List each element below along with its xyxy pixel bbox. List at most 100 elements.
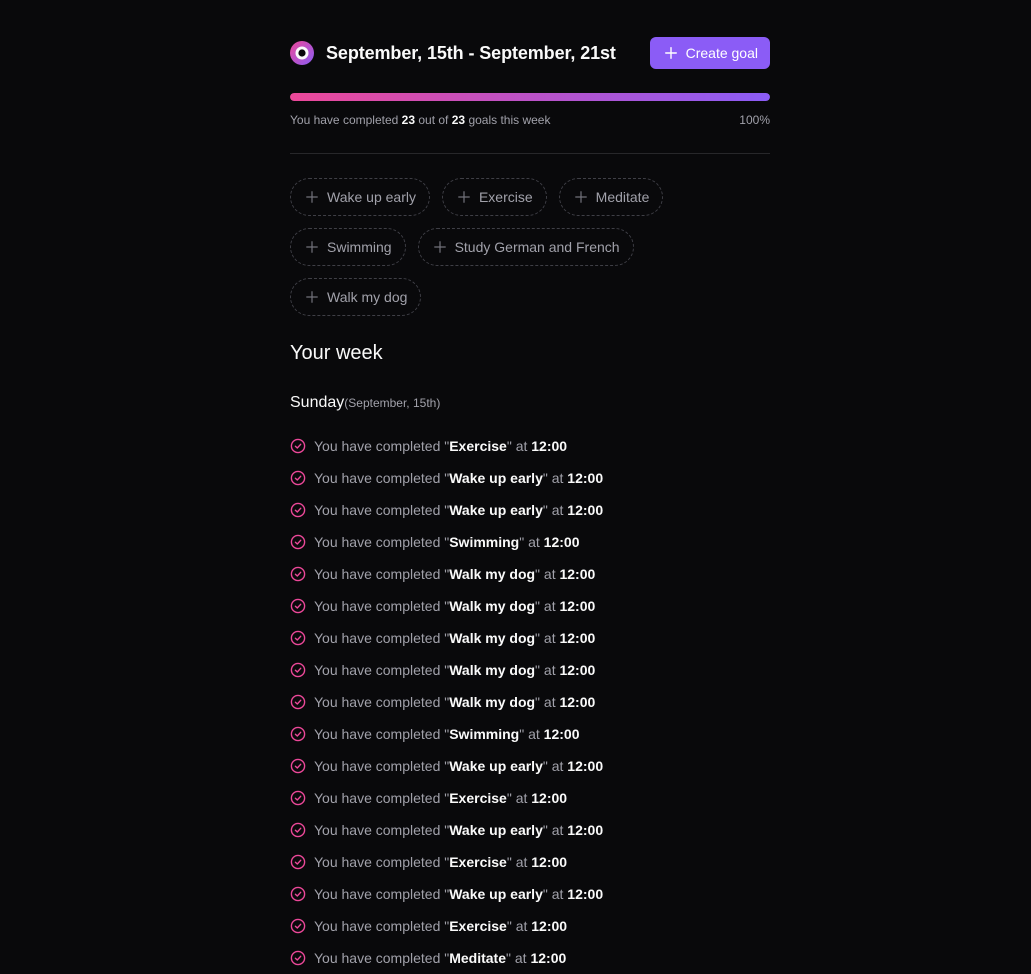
pending-goals-list: Wake up early Exercise Meditate Swimming Stu… (290, 178, 770, 316)
event-middle: " at (542, 822, 564, 838)
event-time: 12:00 (559, 694, 596, 710)
event-goal-title: Meditate (449, 950, 507, 966)
check-circle-icon (290, 822, 306, 838)
completed-goal-item: You have completed "Exercise" at 12:00 (290, 782, 603, 814)
event-goal-title: Wake up early (449, 470, 543, 486)
create-goal-button[interactable]: Create goal (649, 37, 770, 69)
add-goal-chip[interactable]: Walk my dog (290, 278, 422, 316)
completed-goal-item: You have completed "Walk my dog" at 12:0… (290, 686, 603, 718)
goal-chip-label: Walk my dog (327, 289, 408, 305)
progress-prefix: You have completed (290, 113, 399, 127)
plus-icon (574, 191, 587, 203)
plus-icon (306, 241, 318, 253)
completed-goal-item: You have completed "Swimming" at 12:00 (290, 718, 603, 750)
completed-goal-text: You have completed "Exercise" at 12:00 (314, 918, 567, 934)
completed-goal-item: You have completed "Wake up early" at 12… (290, 462, 603, 494)
completed-goal-text: You have completed "Walk my dog" at 12:0… (314, 566, 595, 582)
completed-goal-text: You have completed "Walk my dog" at 12:0… (314, 662, 595, 678)
completed-goal-item: You have completed "Exercise" at 12:00 (290, 846, 603, 878)
event-prefix: You have completed " (314, 438, 450, 454)
event-time: 12:00 (559, 662, 596, 678)
logo-icon (290, 41, 314, 65)
completed-goal-text: You have completed "Walk my dog" at 12:0… (314, 630, 595, 646)
completed-goal-text: You have completed "Wake up early" at 12… (314, 822, 603, 838)
goal-chip-label: Wake up early (327, 189, 416, 205)
event-goal-title: Exercise (449, 438, 507, 454)
event-middle: " at (535, 694, 556, 710)
event-prefix: You have completed " (314, 662, 450, 678)
progress-fill (290, 93, 770, 101)
add-goal-chip[interactable]: Wake up early (290, 178, 430, 216)
event-time: 12:00 (567, 758, 604, 774)
check-circle-icon (290, 470, 306, 486)
event-middle: " at (535, 630, 556, 646)
completed-goal-item: You have completed "Exercise" at 12:00 (290, 430, 603, 462)
event-middle: " at (506, 918, 528, 934)
day-section: Sunday (September, 15th) You have comple… (290, 394, 770, 966)
check-circle-icon (290, 694, 306, 710)
event-time: 12:00 (567, 822, 604, 838)
event-time: 12:00 (567, 886, 604, 902)
event-middle: " at (542, 502, 564, 518)
separator (290, 153, 770, 154)
check-circle-icon (290, 502, 306, 518)
total-count: 23 (451, 113, 466, 127)
completed-goal-item: You have completed "Swimming" at 12:00 (290, 526, 603, 558)
day-heading: Sunday (September, 15th) (290, 394, 770, 416)
event-middle: " at (535, 598, 556, 614)
goal-chip-label: Swimming (327, 239, 392, 255)
day-name: Sunday (290, 394, 345, 411)
event-time: 12:00 (567, 470, 604, 486)
event-prefix: You have completed " (314, 630, 450, 646)
completed-goal-text: You have completed "Exercise" at 12:00 (314, 854, 567, 870)
your-week-heading: Your week (290, 342, 383, 364)
event-time: 12:00 (567, 502, 604, 518)
add-goal-chip[interactable]: Study German and French (417, 228, 634, 266)
event-goal-title: Exercise (449, 918, 507, 934)
check-circle-icon (290, 758, 306, 774)
event-time: 12:00 (531, 918, 568, 934)
completed-goal-text: You have completed "Meditate" at 12:00 (314, 950, 566, 966)
completed-goal-item: You have completed "Wake up early" at 12… (290, 878, 603, 910)
plus-icon (306, 191, 318, 203)
progress-suffix: goals this week (468, 113, 551, 127)
event-prefix: You have completed " (314, 694, 450, 710)
event-prefix: You have completed " (314, 502, 450, 518)
event-middle: " at (506, 438, 528, 454)
check-circle-icon (290, 438, 306, 454)
check-circle-icon (290, 534, 306, 550)
event-middle: " at (519, 534, 540, 550)
event-prefix: You have completed " (314, 758, 450, 774)
check-circle-icon (290, 630, 306, 646)
completed-goal-text: You have completed "Exercise" at 12:00 (314, 438, 567, 454)
event-goal-title: Walk my dog (449, 630, 536, 646)
completed-count: 23 (401, 113, 416, 127)
event-goal-title: Swimming (449, 534, 520, 550)
event-goal-title: Exercise (449, 854, 507, 870)
check-circle-icon (290, 854, 306, 870)
completed-goal-item: You have completed "Walk my dog" at 12:0… (290, 654, 603, 686)
event-goal-title: Wake up early (449, 758, 543, 774)
event-goal-title: Exercise (449, 790, 507, 806)
completed-goal-item: You have completed "Wake up early" at 12… (290, 814, 603, 846)
add-goal-chip[interactable]: Swimming (290, 228, 406, 266)
add-goal-chip[interactable]: Exercise (441, 178, 547, 216)
event-time: 12:00 (559, 566, 596, 582)
completed-goal-item: You have completed "Walk my dog" at 12:0… (290, 622, 603, 654)
check-circle-icon (290, 566, 306, 582)
completed-goal-text: You have completed "Wake up early" at 12… (314, 470, 603, 486)
event-goal-title: Walk my dog (449, 598, 536, 614)
progress-percent: 100% (739, 113, 770, 127)
event-time: 12:00 (559, 598, 596, 614)
add-goal-chip[interactable]: Meditate (558, 178, 664, 216)
event-prefix: You have completed " (314, 470, 450, 486)
event-prefix: You have completed " (314, 598, 450, 614)
goal-chip-label: Study German and French (454, 239, 620, 255)
check-circle-icon (290, 886, 306, 902)
event-prefix: You have completed " (314, 854, 450, 870)
event-prefix: You have completed " (314, 950, 450, 966)
event-prefix: You have completed " (314, 790, 450, 806)
event-time: 12:00 (543, 726, 580, 742)
event-goal-title: Walk my dog (449, 694, 536, 710)
check-circle-icon (290, 790, 306, 806)
